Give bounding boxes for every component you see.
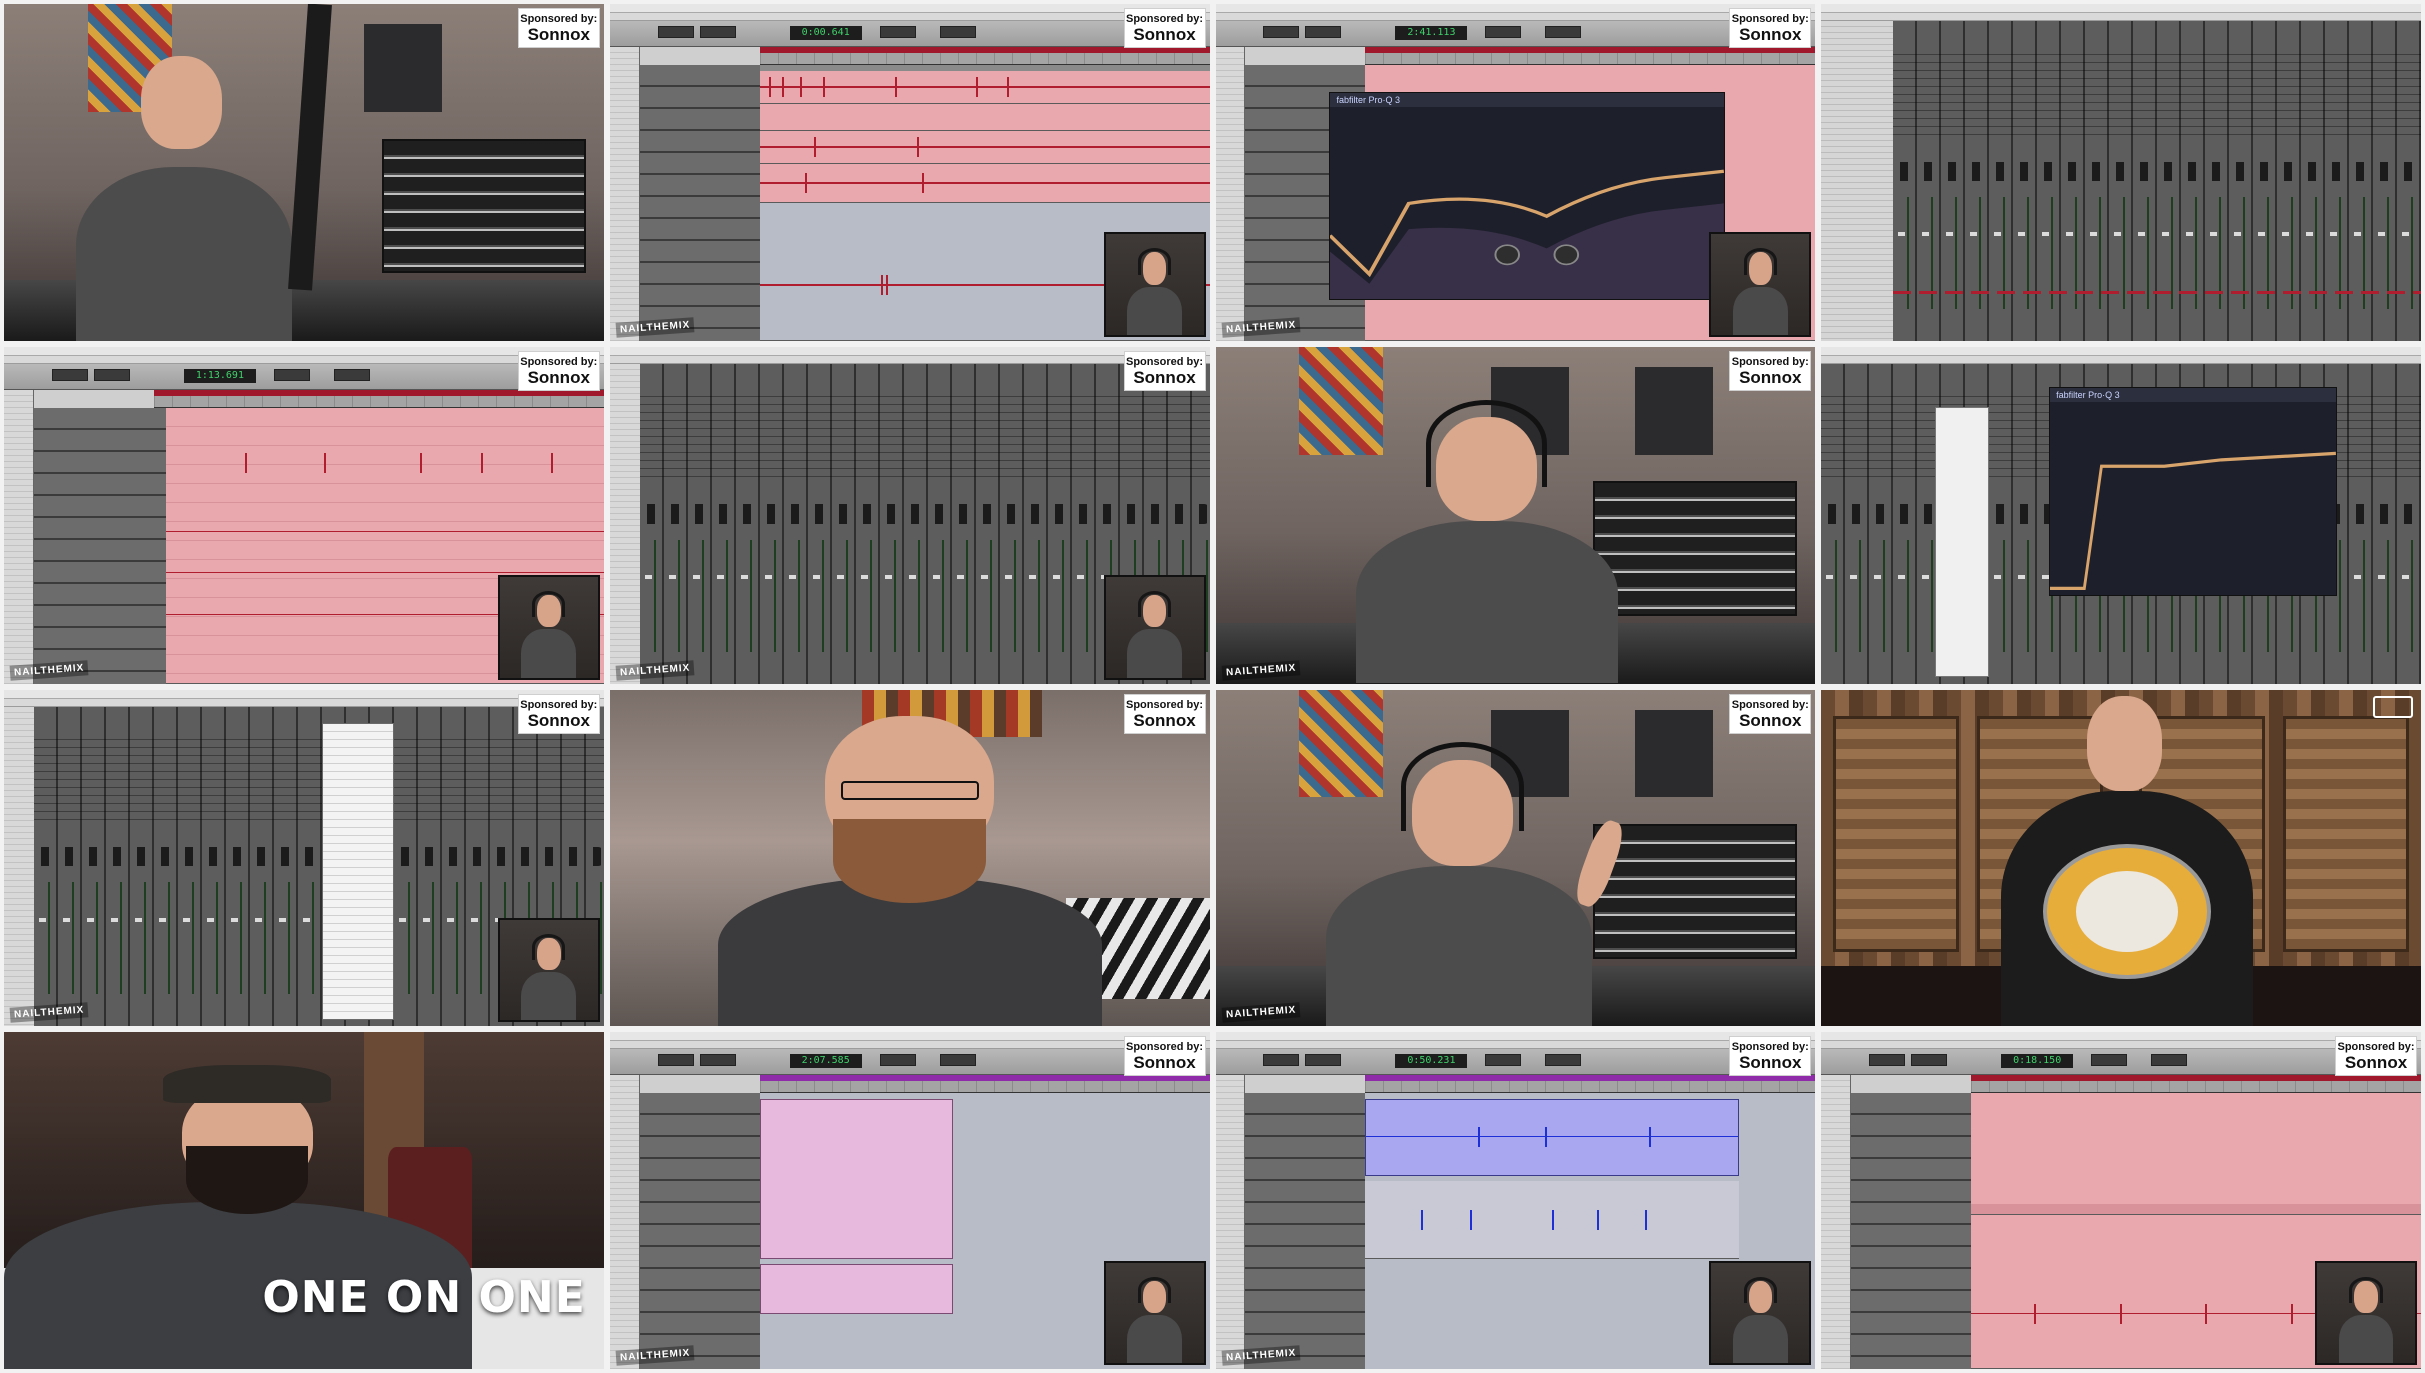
sponsor-badge: Sponsored by: Sonnox [1729, 8, 1812, 48]
person-host [1311, 730, 1671, 1027]
track-list [4, 389, 34, 684]
time-counter: 2:41.113 [1395, 26, 1468, 40]
time-counter: 0:18.150 [2001, 1054, 2074, 1069]
time-counter: 0:50.231 [1395, 1054, 1468, 1069]
timeline-ruler [1971, 1075, 2421, 1094]
sponsor-badge: Sponsored by: Sonnox [1123, 8, 1206, 48]
track-headers [1245, 1093, 1366, 1369]
wood-panel [2283, 716, 2409, 953]
sponsor-badge: Sponsored by: Sonnox [517, 693, 600, 734]
track-list [609, 47, 640, 341]
track-list [1215, 1075, 1246, 1369]
time-counter: 1:13.691 [183, 368, 256, 383]
webcam-overlay [1709, 1260, 1812, 1365]
webcam-overlay [497, 917, 600, 1023]
acoustic-panel [363, 24, 442, 112]
thumb-mixer-eq: fabfilter Pro·Q 3 [1821, 346, 2421, 684]
timeline-ruler [153, 389, 604, 408]
brand-logo [2373, 695, 2413, 718]
track-headers [33, 407, 166, 684]
plugin-list-menu[interactable] [1935, 407, 1990, 677]
thumb-daw-edit-multi: 1:13.691 Sponsored by: Sonnox NAILTHEMIX [4, 346, 604, 684]
thumb-mixer-wide [1821, 4, 2421, 341]
track-list [4, 706, 34, 1027]
timeline-ruler [759, 47, 1210, 65]
track-headers [639, 65, 760, 341]
snare-drum [2043, 844, 2212, 980]
timeline-ruler [759, 1075, 1210, 1094]
thumb-daw-blue: 0:50.231 Sponsored by: Sonnox NAILTHEMIX [1215, 1032, 1816, 1369]
person-guest [717, 703, 1102, 1027]
thumb-one-on-one: ONE ON ONE [4, 1032, 604, 1369]
sponsor-badge: Sponsored by: Sonnox [2335, 1036, 2417, 1077]
plugin-title: fabfilter Pro·Q 3 [1330, 92, 1725, 107]
webcam-overlay [1103, 575, 1206, 680]
thumb-drum-presenter [1821, 689, 2421, 1027]
sponsor-badge: Sponsored by: Sonnox [1729, 1036, 1812, 1077]
webcam-overlay [1709, 232, 1812, 337]
thumb-mixer-menu: Sponsored by: Sonnox NAILTHEMIX [4, 689, 604, 1027]
track-list [609, 363, 640, 684]
video-thumbnail-grid: Sponsored by: Sonnox 0:00.641 Sponsored b… [4, 4, 2421, 1369]
track-list [1821, 21, 1894, 341]
thumb-host-pointing: Sponsored by: Sonnox NAILTHEMIX [1215, 689, 1816, 1027]
track-list [1821, 1075, 1852, 1369]
timeline-ruler [1365, 47, 1816, 65]
webcam-overlay [1103, 1260, 1206, 1365]
track-list [1215, 47, 1246, 341]
webcam-overlay [1103, 232, 1206, 337]
thumb-daw-eq-plugin: 2:41.113 fabfilter Pro·Q 3 Sponsored by:… [1215, 4, 1816, 341]
track-headers [639, 1093, 760, 1369]
eq-plugin-window[interactable]: fabfilter Pro·Q 3 [1329, 91, 1726, 301]
sponsor-badge: Sponsored by: Sonnox [1729, 350, 1812, 391]
thumb-guitarist: Sponsored by: Sonnox [4, 4, 604, 341]
thumb-host-studio: Sponsored by: Sonnox NAILTHEMIX [1215, 346, 1816, 684]
sponsor-badge: Sponsored by: Sonnox [517, 350, 600, 391]
sponsor-badge: Sponsored by: Sonnox [1729, 693, 1812, 734]
wood-panel [1833, 716, 1960, 953]
eq-plugin-window[interactable]: fabfilter Pro·Q 3 [2049, 387, 2338, 596]
thumb-daw-pink: 2:07.585 Sponsored by: Sonnox NAILTHEMIX [609, 1032, 1210, 1369]
webcam-overlay [497, 575, 600, 680]
sponsor-badge: Sponsored by: Sonnox [1123, 1036, 1206, 1077]
one-on-one-title: ONE ON ONE [262, 1272, 586, 1323]
track-headers [1851, 1093, 1972, 1369]
track-list [609, 1075, 640, 1369]
sponsor-badge: Sponsored by: Sonnox [517, 8, 600, 48]
thumb-daw-red-clips: 0:18.150 Sponsored by: Sonnox [1821, 1032, 2421, 1369]
eq-curve [1330, 169, 1725, 300]
timeline-ruler [1365, 1075, 1816, 1094]
time-counter: 2:07.585 [789, 1054, 862, 1069]
thumb-daw-edit-red: 0:00.641 Sponsored by: Sonnox NAILTHEMIX [609, 4, 1210, 341]
person-host [1335, 394, 1671, 684]
thumb-daw-mixer: Sponsored by: Sonnox NAILTHEMIX [609, 346, 1210, 684]
sponsor-badge: Sponsored by: Sonnox [1123, 350, 1206, 391]
thumb-guest-bearded: Sponsored by: Sonnox [609, 689, 1210, 1027]
webcam-overlay [2315, 1260, 2417, 1365]
sponsor-badge: Sponsored by: Sonnox [1123, 693, 1206, 734]
gear-rack [381, 138, 586, 274]
eq-curve [2050, 451, 2337, 591]
plugin-title: fabfilter Pro·Q 3 [2050, 388, 2337, 403]
time-counter: 0:00.641 [789, 26, 862, 40]
insert-menu[interactable] [321, 723, 394, 1020]
